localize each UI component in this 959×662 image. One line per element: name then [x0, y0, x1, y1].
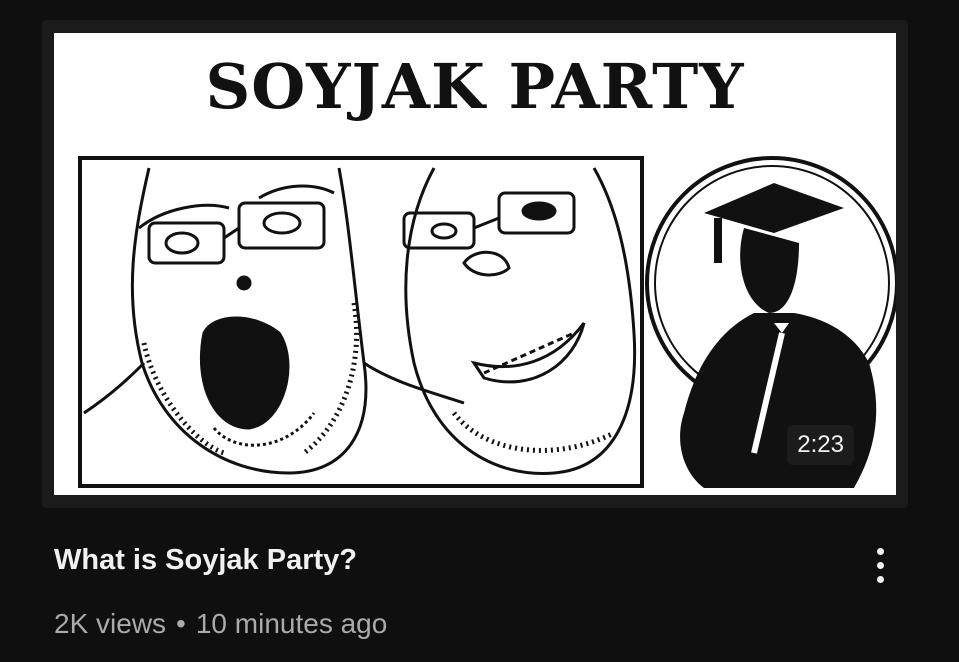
video-card: SOYJAK PARTY 2:23 What is Soyjak Party? …: [0, 0, 959, 662]
vertical-ellipsis-icon: [876, 547, 884, 555]
video-title[interactable]: What is Soyjak Party?: [54, 542, 357, 578]
video-metadata: 2K views • 10 minutes ago: [54, 606, 387, 642]
view-count: 2K views: [54, 608, 167, 639]
more-options-button[interactable]: [860, 540, 900, 590]
thumbnail-title: SOYJAK PARTY: [205, 50, 745, 123]
upload-time: 10 minutes ago: [195, 608, 388, 639]
video-thumbnail[interactable]: SOYJAK PARTY 2:23: [42, 20, 908, 508]
thumbnail-image: SOYJAK PARTY 2:23: [54, 33, 896, 495]
meta-separator: •: [176, 608, 186, 639]
duration-badge: 2:23: [787, 425, 854, 465]
graduate-emblem: [645, 156, 896, 488]
